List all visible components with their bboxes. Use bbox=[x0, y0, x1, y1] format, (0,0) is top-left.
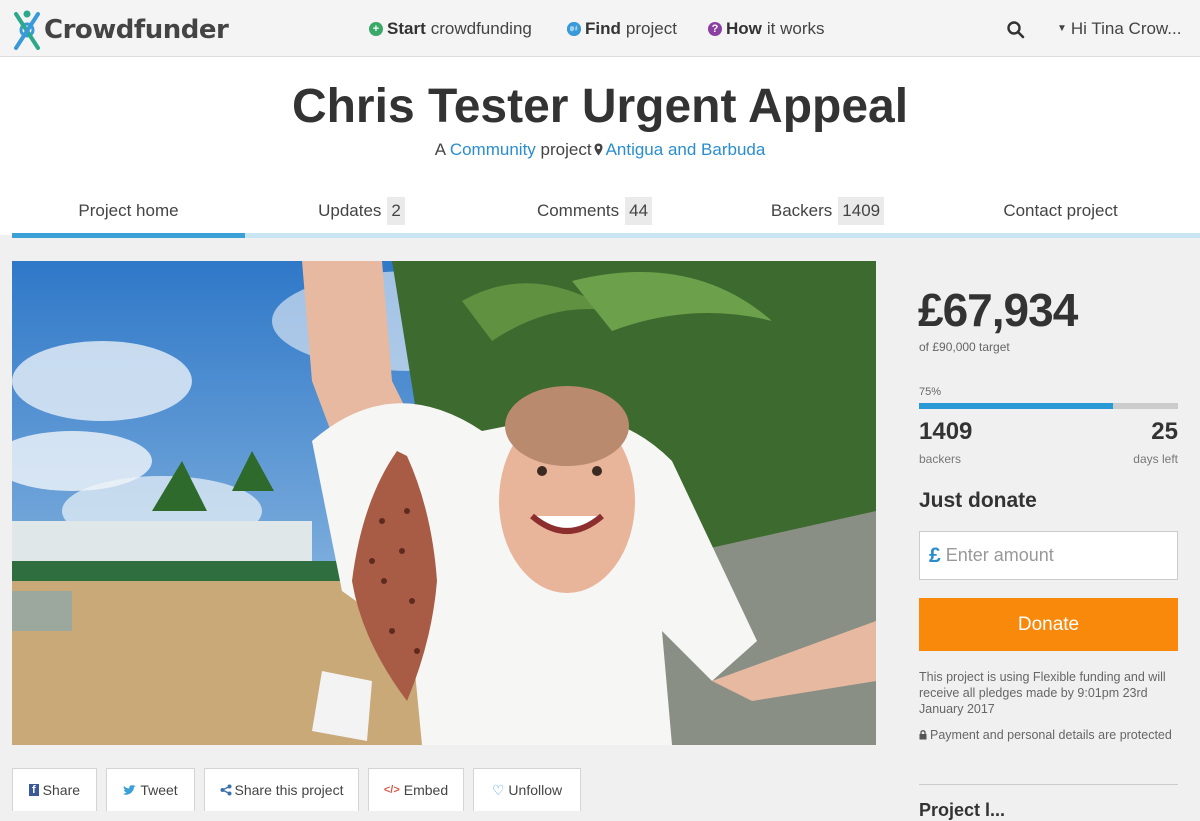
map-marker-icon bbox=[594, 143, 603, 156]
donation-amount-field[interactable]: £ bbox=[919, 531, 1178, 580]
share-icon bbox=[220, 784, 232, 796]
donation-amount-input[interactable] bbox=[943, 544, 1154, 567]
user-menu[interactable]: ▼ Hi Tina Crow... bbox=[1057, 0, 1181, 57]
funding-progress-bar bbox=[919, 403, 1178, 409]
project-subtitle: A Community project Antigua and Barbuda bbox=[0, 140, 1200, 160]
panel-divider bbox=[919, 784, 1178, 785]
twitter-icon bbox=[123, 784, 137, 795]
just-donate-heading: Just donate bbox=[919, 489, 1037, 512]
tweet-label: Tweet bbox=[140, 782, 178, 798]
backers-count: 1409 bbox=[919, 418, 973, 445]
facebook-icon: f bbox=[28, 784, 39, 796]
question-circle-icon: ? bbox=[708, 21, 722, 36]
amount-raised: £67,934 bbox=[918, 284, 1078, 336]
lock-icon bbox=[919, 730, 927, 740]
tab-project-home[interactable]: Project home bbox=[12, 187, 245, 235]
user-greeting: Hi Tina Crow... bbox=[1070, 18, 1182, 38]
embed-button[interactable]: </> Embed bbox=[368, 768, 464, 811]
tab-comments[interactable]: Comments 44 bbox=[478, 187, 711, 235]
embed-label: Embed bbox=[403, 782, 449, 798]
tab-label: Contact project bbox=[1003, 201, 1118, 220]
secure-text: Payment and personal details are protect… bbox=[930, 728, 1172, 742]
code-icon: </> bbox=[383, 784, 400, 796]
nav-find-rest: project bbox=[625, 18, 677, 38]
crowdfunder-logo-icon bbox=[14, 10, 40, 50]
nav-start-rest: crowdfunding bbox=[430, 18, 532, 38]
nav-start-bold: Start bbox=[387, 18, 426, 38]
unfollow-button[interactable]: ♡ Unfollow bbox=[473, 768, 581, 811]
tab-count-badge: 44 bbox=[625, 197, 653, 225]
logo-text: Crowdfunder bbox=[44, 15, 229, 45]
tweet-button[interactable]: Tweet bbox=[106, 768, 195, 811]
days-left-label: days left bbox=[1133, 452, 1178, 466]
tab-updates[interactable]: Updates 2 bbox=[245, 187, 478, 235]
share-project-label: Share this project bbox=[234, 782, 344, 798]
nav-start-crowdfunding[interactable]: + Start crowdfunding bbox=[369, 0, 532, 57]
funding-percent: 75% bbox=[919, 386, 942, 398]
tab-backers[interactable]: Backers 1409 bbox=[711, 187, 944, 235]
project-header: Chris Tester Urgent Appeal A Community p… bbox=[0, 57, 1200, 235]
funding-terms-note: This project is using Flexible funding a… bbox=[919, 670, 1166, 716]
tab-active-indicator bbox=[12, 233, 245, 238]
tab-label: Backers bbox=[770, 201, 833, 220]
share-project-button[interactable]: Share this project bbox=[204, 768, 359, 811]
tab-contact-project[interactable]: Contact project bbox=[944, 187, 1177, 235]
beach-photo-illustration bbox=[12, 261, 876, 745]
caret-down-icon: ▼ bbox=[1057, 23, 1067, 34]
category-link[interactable]: Community bbox=[450, 140, 536, 159]
pound-sign-icon: £ bbox=[929, 543, 941, 567]
share-label: Share bbox=[42, 782, 81, 798]
search-icon[interactable] bbox=[1006, 20, 1026, 40]
tab-label: Comments bbox=[536, 201, 620, 220]
globe-icon bbox=[567, 21, 581, 36]
backers-label: backers bbox=[919, 452, 962, 466]
tab-count-badge: 2 bbox=[387, 197, 405, 225]
heart-icon: ♡ bbox=[491, 781, 505, 798]
tab-label: Project home bbox=[78, 201, 179, 220]
unfollow-label: Unfollow bbox=[508, 782, 563, 798]
plus-circle-icon: + bbox=[369, 21, 383, 36]
nav-how-rest: it works bbox=[766, 18, 825, 38]
crowdfunder-logo[interactable]: Crowdfunder bbox=[12, 8, 229, 52]
nav-how-it-works[interactable]: ? How it works bbox=[708, 0, 825, 57]
funding-progress-fill bbox=[919, 403, 1114, 409]
project-hero-photo[interactable] bbox=[12, 261, 876, 745]
donate-button[interactable]: Donate bbox=[919, 598, 1178, 651]
nav-find-bold: Find bbox=[585, 18, 621, 38]
secure-payment-note: Payment and personal details are protect… bbox=[919, 727, 1181, 743]
funding-target: of £90,000 target bbox=[919, 340, 1010, 354]
subtitle-prefix: A bbox=[434, 140, 446, 159]
top-navigation-bar: Crowdfunder + Start crowdfunding Find pr… bbox=[0, 0, 1200, 57]
days-left-count: 25 bbox=[1151, 418, 1178, 445]
tab-label: Updates bbox=[318, 201, 382, 220]
nav-find-project[interactable]: Find project bbox=[567, 0, 677, 57]
project-title: Chris Tester Urgent Appeal bbox=[291, 80, 909, 133]
nav-how-bold: How bbox=[726, 18, 762, 38]
location-link[interactable]: Antigua and Barbuda bbox=[606, 140, 766, 159]
project-tabs: Project home Updates 2 Comments 44 Backe… bbox=[12, 187, 1200, 235]
subtitle-mid: project bbox=[540, 140, 592, 159]
facebook-share-button[interactable]: f Share bbox=[12, 768, 97, 811]
tab-count-badge: 1409 bbox=[838, 197, 885, 225]
